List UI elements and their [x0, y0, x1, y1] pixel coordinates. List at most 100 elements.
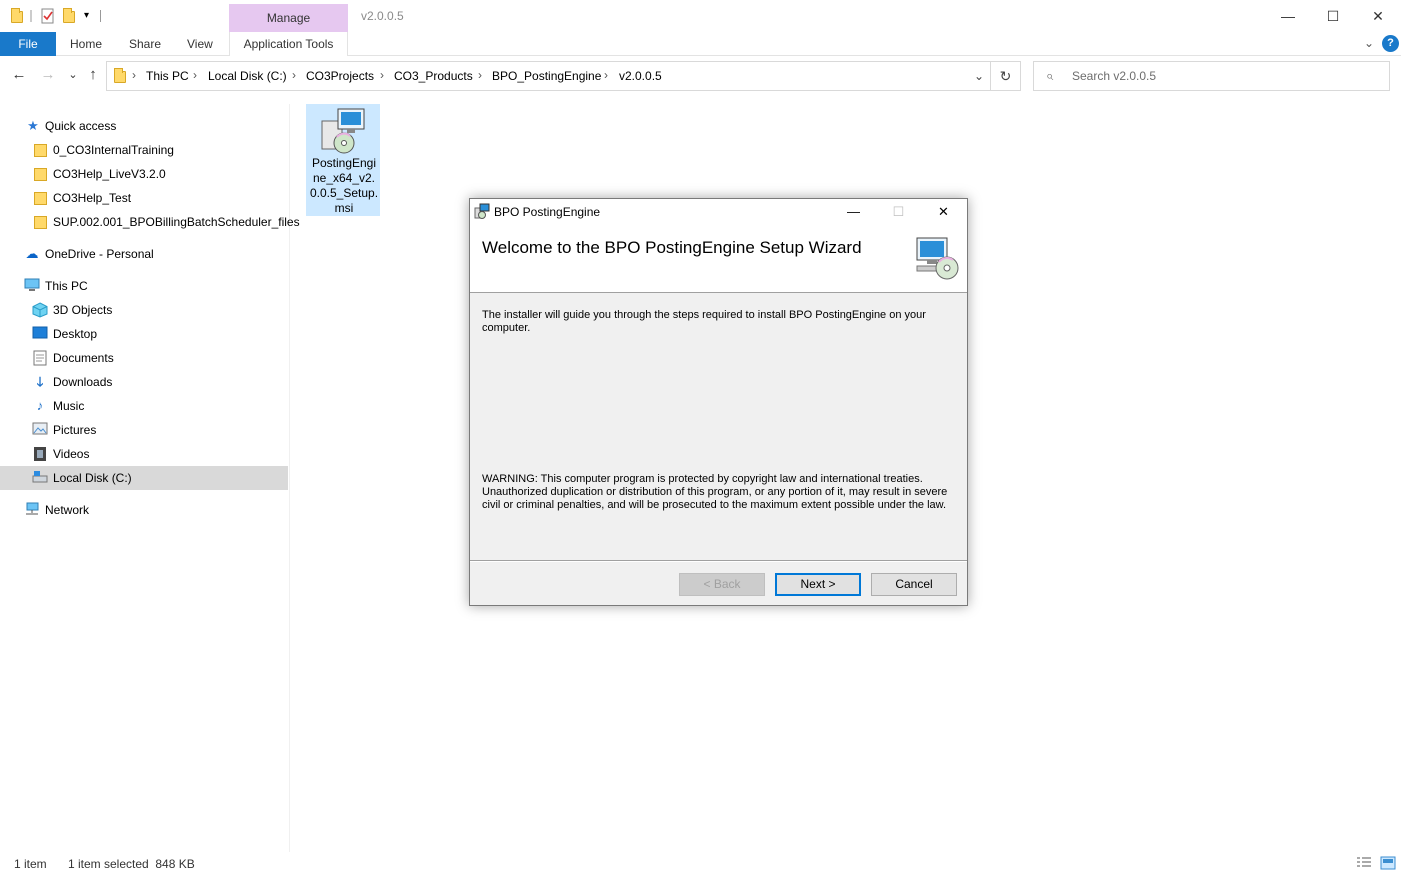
computer-cd-icon — [913, 234, 961, 282]
new-folder-icon[interactable] — [62, 8, 78, 24]
folder-icon — [34, 192, 47, 205]
dialog-close-button[interactable]: ✕ — [921, 199, 966, 224]
breadcrumb-separator: › — [193, 68, 197, 82]
dialog-maximize-button[interactable]: ☐ — [876, 199, 921, 224]
nav-label: Downloads — [53, 375, 113, 389]
nav-pinned-folder[interactable]: CO3Help_LiveV3.2.0 — [0, 162, 288, 186]
tab-application-tools[interactable]: Application Tools — [229, 32, 348, 56]
navigation-pane: ★ Quick access 0_CO3InternalTraining CO3… — [0, 104, 300, 852]
nav-label: OneDrive - Personal — [45, 247, 154, 261]
expand-ribbon-icon[interactable]: ⌄ — [1361, 34, 1377, 52]
forward-button[interactable]: → — [37, 64, 59, 86]
nav-downloads[interactable]: 🡓 Downloads — [0, 370, 288, 394]
breadcrumb-local-disk[interactable]: Local Disk (C:) — [208, 69, 287, 83]
folder-icon — [34, 216, 47, 229]
nav-videos[interactable]: Videos — [0, 442, 288, 466]
nav-label: Quick access — [45, 119, 117, 133]
computer-icon — [24, 278, 40, 294]
network-icon — [24, 502, 40, 518]
recent-locations-button[interactable]: ⌄ — [62, 64, 84, 86]
nav-this-pc[interactable]: This PC — [0, 274, 288, 298]
dialog-title: BPO PostingEngine — [494, 205, 601, 219]
dialog-title-bar: BPO PostingEngine — ☐ ✕ — [470, 199, 967, 224]
tab-view[interactable]: View — [187, 32, 213, 56]
title-bar: ▾ Manage v2.0.0.5 — ☐ ✕ — [0, 0, 1401, 32]
item-count: 1 item — [14, 857, 47, 871]
nav-label: Videos — [53, 447, 90, 461]
file-name-label: PostingEngine_x64_v2.0.0.5_Setup.msi — [309, 156, 379, 215]
file-item-msi[interactable]: PostingEngine_x64_v2.0.0.5_Setup.msi — [306, 104, 380, 216]
properties-icon[interactable] — [40, 8, 56, 24]
cancel-button[interactable]: Cancel — [871, 573, 957, 596]
installer-package-icon — [320, 107, 368, 155]
minimize-button[interactable]: — — [1265, 0, 1311, 32]
dialog-minimize-button[interactable]: — — [831, 199, 876, 224]
nav-pictures[interactable]: Pictures — [0, 418, 288, 442]
nav-local-disk[interactable]: Local Disk (C:) — [0, 466, 288, 490]
installer-icon — [474, 203, 490, 219]
tab-file[interactable]: File — [0, 32, 56, 56]
nav-pinned-folder[interactable]: CO3Help_Test — [0, 186, 288, 210]
next-button[interactable]: Next > — [775, 573, 861, 596]
dialog-header: Welcome to the BPO PostingEngine Setup W… — [470, 224, 967, 293]
nav-onedrive[interactable]: ☁ OneDrive - Personal — [0, 242, 288, 266]
drive-icon — [32, 470, 48, 486]
nav-label: Music — [53, 399, 85, 413]
pictures-icon — [32, 422, 48, 438]
back-button[interactable]: ← — [8, 64, 30, 86]
help-icon[interactable]: ? — [1382, 35, 1399, 52]
tab-home[interactable]: Home — [70, 32, 102, 56]
tab-share[interactable]: Share — [129, 32, 161, 56]
breadcrumb-bpo-postingengine[interactable]: BPO_PostingEngine — [492, 69, 601, 83]
dialog-heading: Welcome to the BPO PostingEngine Setup W… — [482, 238, 862, 257]
breadcrumb-co3-products[interactable]: CO3_Products — [394, 69, 473, 83]
document-icon — [32, 350, 48, 366]
star-icon: ★ — [27, 118, 39, 133]
nav-quick-access[interactable]: ★ Quick access — [0, 114, 288, 138]
back-button[interactable]: < Back — [679, 573, 765, 596]
folder-icon — [113, 68, 129, 83]
nav-label: CO3Help_LiveV3.2.0 — [53, 167, 166, 181]
nav-pinned-folder[interactable]: 0_CO3InternalTraining — [0, 138, 288, 162]
breadcrumb-current-folder[interactable]: v2.0.0.5 — [619, 69, 662, 83]
nav-documents[interactable]: Documents — [0, 346, 288, 370]
nav-desktop[interactable]: Desktop — [0, 322, 288, 346]
maximize-button[interactable]: ☐ — [1310, 0, 1356, 32]
large-icons-view-icon[interactable] — [1380, 856, 1396, 870]
breadcrumb-separator: › — [380, 68, 384, 82]
customize-quick-access-icon[interactable]: ▾ — [84, 8, 100, 24]
search-box[interactable]: ⌕ — [1033, 61, 1390, 91]
nav-label: CO3Help_Test — [53, 191, 132, 205]
up-button[interactable]: ↑ — [82, 64, 104, 86]
close-button[interactable]: ✕ — [1355, 0, 1401, 32]
folder-icon — [10, 8, 26, 24]
nav-label: SUP.002.001_BPOBillingBatchScheduler_fil… — [53, 215, 300, 229]
nav-music[interactable]: ♪ Music — [0, 394, 288, 418]
breadcrumb-separator: › — [132, 68, 136, 82]
separator — [100, 10, 101, 22]
details-view-icon[interactable] — [1356, 856, 1372, 870]
status-bar: 1 item 1 item selected 848 KB — [0, 852, 1401, 875]
dialog-warning-text: WARNING: This computer program is protec… — [482, 473, 948, 511]
nav-label: Local Disk (C:) — [53, 471, 132, 485]
nav-network[interactable]: Network — [0, 498, 288, 522]
breadcrumb-separator: › — [292, 68, 296, 82]
nav-3d-objects[interactable]: 3D Objects — [0, 298, 288, 322]
refresh-button[interactable]: ↻ — [990, 62, 1020, 90]
dialog-intro-text: The installer will guide you through the… — [482, 309, 926, 334]
breadcrumb-separator: › — [604, 68, 608, 82]
nav-label: Network — [45, 503, 90, 517]
breadcrumb-this-pc[interactable]: This PC — [146, 69, 189, 83]
breadcrumb-co3projects[interactable]: CO3Projects — [306, 69, 374, 83]
address-history-dropdown[interactable]: ⌄ — [970, 67, 988, 85]
divider — [470, 560, 967, 562]
selection-info: 1 item selected 848 KB — [68, 857, 195, 871]
tab-manage[interactable]: Manage — [229, 4, 348, 32]
nav-pinned-folder[interactable]: SUP.002.001_BPOBillingBatchScheduler_fil… — [0, 210, 300, 234]
download-arrow-icon: 🡓 — [36, 374, 44, 389]
cube-icon — [32, 302, 48, 318]
search-input[interactable] — [1072, 63, 1372, 89]
nav-label: 3D Objects — [53, 303, 113, 317]
film-icon — [32, 446, 48, 462]
address-bar[interactable]: › This PC › Local Disk (C:) › CO3Project… — [106, 61, 1021, 91]
